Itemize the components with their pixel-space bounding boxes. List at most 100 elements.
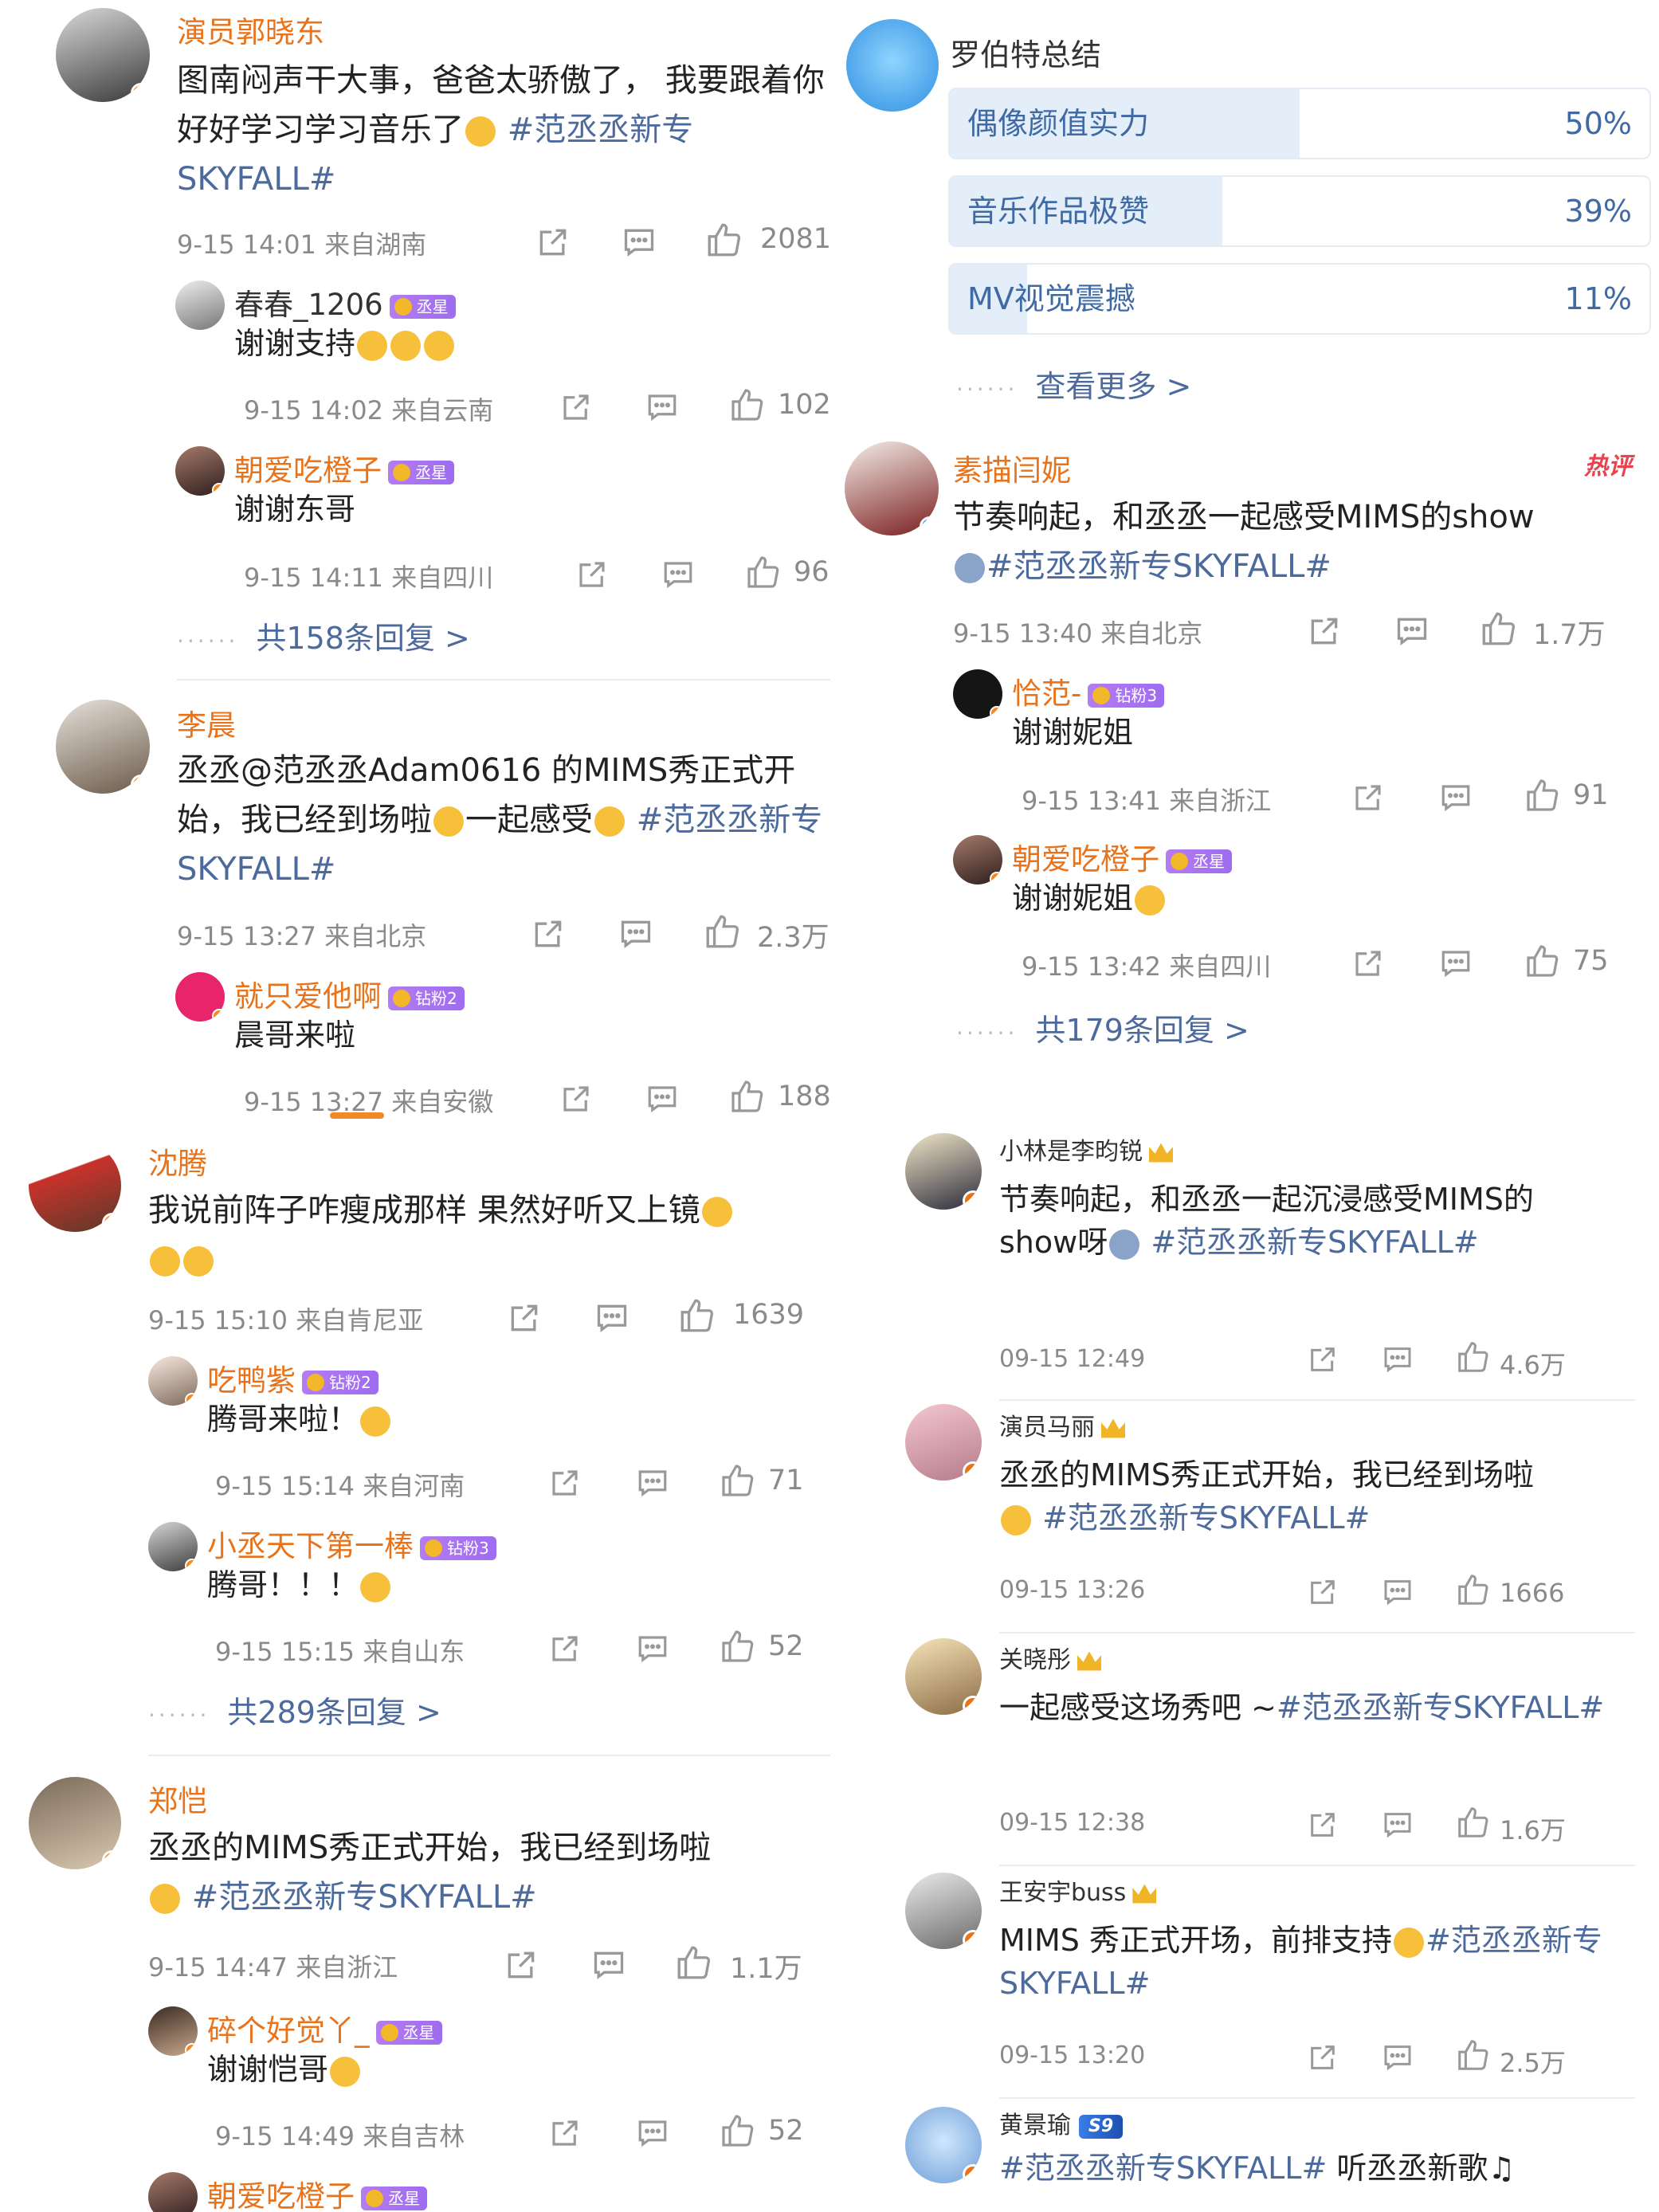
reply-name[interactable]: 春春_1206 丞星 — [234, 280, 456, 324]
share-icon[interactable] — [559, 1082, 593, 1116]
share-icon[interactable] — [548, 1632, 582, 1665]
topic-link[interactable]: #范丞丞新专SKYFALL# — [192, 1879, 537, 1916]
poll-option[interactable]: 偶像颜值实力 50% — [948, 88, 1651, 159]
thumbs-up-icon[interactable] — [744, 553, 782, 591]
comment-icon[interactable] — [622, 225, 657, 260]
commenter-name[interactable]: 李晨 — [177, 701, 236, 744]
poll-option[interactable]: MV视觉震撼 11% — [948, 263, 1651, 335]
reply-name[interactable]: 碎个好觉丫_ 丞星 — [207, 2006, 442, 2049]
share-icon[interactable] — [1307, 1576, 1339, 1608]
comment-icon[interactable] — [1382, 1576, 1414, 1608]
poll-more-link[interactable]: ······ 查看更多 > — [956, 362, 1191, 406]
commenter-name[interactable]: 小林是李昀锐 — [999, 1131, 1173, 1167]
view-replies-link[interactable]: ······ 共158条回复 > — [177, 614, 470, 657]
share-icon[interactable] — [1307, 614, 1342, 649]
avatar[interactable] — [905, 1638, 982, 1715]
thumbs-up-icon[interactable] — [719, 2112, 757, 2150]
thumbs-up-icon[interactable] — [728, 1077, 767, 1116]
thumbs-up-icon[interactable] — [1455, 1339, 1492, 1375]
view-replies-link[interactable]: ······ 共289条回复 > — [148, 1688, 441, 1732]
commenter-name[interactable]: 演员郭晓东 — [177, 8, 324, 51]
avatar[interactable] — [148, 1356, 198, 1406]
avatar[interactable] — [29, 1777, 121, 1869]
avatar[interactable] — [905, 1404, 982, 1481]
comment-icon[interactable] — [591, 1947, 626, 1983]
comment-icon[interactable] — [1382, 1809, 1414, 1841]
thumbs-up-icon[interactable] — [719, 1461, 757, 1500]
thumbs-up-icon[interactable] — [674, 1943, 714, 1983]
thumbs-up-icon[interactable] — [728, 386, 767, 424]
comment-icon[interactable] — [1394, 614, 1430, 649]
thumbs-up-icon[interactable] — [1524, 942, 1562, 980]
avatar[interactable] — [56, 700, 150, 794]
reply-name[interactable]: 就只爱他啊 钻粉2 — [234, 972, 465, 1015]
avatar[interactable] — [953, 669, 1002, 719]
avatar[interactable] — [905, 1873, 982, 1949]
commenter-name[interactable]: 演员马丽 — [999, 1407, 1125, 1442]
avatar[interactable] — [148, 2006, 198, 2056]
thumbs-up-icon[interactable] — [719, 1627, 757, 1665]
thumbs-up-icon[interactable] — [1479, 609, 1519, 649]
comment-icon[interactable] — [636, 1632, 669, 1665]
thumbs-up-icon[interactable] — [1455, 2037, 1492, 2073]
topic-link[interactable]: #范丞丞新专SKYFALL# — [986, 548, 1332, 585]
reply-name[interactable]: 吃鸭紫 钻粉2 — [207, 1356, 378, 1399]
topic-link[interactable]: #范丞丞新专SKYFALL# — [1277, 1690, 1604, 1725]
comment-icon[interactable] — [645, 1082, 679, 1116]
share-icon[interactable] — [531, 916, 566, 951]
comment-icon[interactable] — [1382, 2041, 1414, 2073]
share-icon[interactable] — [535, 225, 571, 260]
topic-link[interactable]: #范丞丞新专SKYFALL# — [1151, 1225, 1478, 1260]
comment-icon[interactable] — [618, 916, 653, 951]
share-icon[interactable] — [559, 390, 593, 424]
avatar[interactable] — [56, 8, 150, 102]
comment-icon[interactable] — [645, 390, 679, 424]
share-icon[interactable] — [1307, 2041, 1339, 2073]
reply-name[interactable]: 朝爱吃橙子 丞星 — [234, 446, 454, 489]
commenter-name[interactable]: 素描闫妮 — [953, 446, 1071, 489]
avatar[interactable] — [905, 1133, 982, 1210]
commenter-name[interactable]: 沈腾 — [148, 1139, 207, 1182]
thumbs-up-icon[interactable] — [677, 1296, 717, 1335]
commenter-name[interactable]: 王安宇buss — [999, 1873, 1157, 1908]
thumbs-up-icon[interactable] — [1455, 1571, 1492, 1608]
avatar[interactable] — [175, 446, 225, 496]
commenter-name[interactable]: 关晓彤 — [999, 1640, 1101, 1675]
reply-name[interactable]: 朝爱吃橙子 丞星 — [1012, 835, 1232, 878]
view-replies-link[interactable]: ······ 共179条回复 > — [956, 1006, 1249, 1049]
share-icon[interactable] — [575, 558, 609, 591]
reply-name[interactable]: 恰范- 钻粉3 — [1012, 669, 1165, 712]
avatar[interactable] — [29, 1139, 121, 1232]
comment-icon[interactable] — [1382, 1343, 1414, 1375]
share-icon[interactable] — [1307, 1343, 1339, 1375]
thumbs-up-icon[interactable] — [703, 912, 743, 951]
comment-icon[interactable] — [1439, 947, 1473, 980]
share-icon[interactable] — [507, 1300, 542, 1335]
avatar[interactable] — [845, 441, 939, 535]
comment-icon[interactable] — [636, 1466, 669, 1500]
avatar[interactable] — [148, 1522, 198, 1571]
reply-name[interactable]: 小丞天下第一棒 钻粉3 — [207, 1522, 496, 1565]
comment-icon[interactable] — [636, 2116, 669, 2150]
share-icon[interactable] — [548, 1466, 582, 1500]
thumbs-up-icon[interactable] — [704, 220, 744, 260]
avatar[interactable] — [953, 835, 1002, 884]
reply-name[interactable]: 朝爱吃橙子 丞星 — [207, 2172, 427, 2212]
thumbs-up-icon[interactable] — [1455, 1804, 1492, 1841]
share-icon[interactable] — [504, 1947, 539, 1983]
share-icon[interactable] — [548, 2116, 582, 2150]
share-icon[interactable] — [1351, 781, 1385, 814]
avatar[interactable] — [175, 280, 225, 330]
share-icon[interactable] — [1307, 1809, 1339, 1841]
comment-icon[interactable] — [1439, 781, 1473, 814]
comment-icon[interactable] — [661, 558, 695, 591]
commenter-name[interactable]: 黄景瑜 S9 — [999, 2105, 1124, 2140]
topic-link[interactable]: #范丞丞新专SKYFALL# — [999, 2151, 1327, 2186]
thumbs-up-icon[interactable] — [1524, 776, 1562, 814]
share-icon[interactable] — [1351, 947, 1385, 980]
comment-icon[interactable] — [594, 1300, 629, 1335]
commenter-name[interactable]: 郑恺 — [148, 1777, 207, 1820]
poll-option[interactable]: 音乐作品极赞 39% — [948, 175, 1651, 247]
avatar[interactable] — [175, 972, 225, 1022]
topic-link[interactable]: #范丞丞新专SKYFALL# — [1042, 1500, 1370, 1535]
